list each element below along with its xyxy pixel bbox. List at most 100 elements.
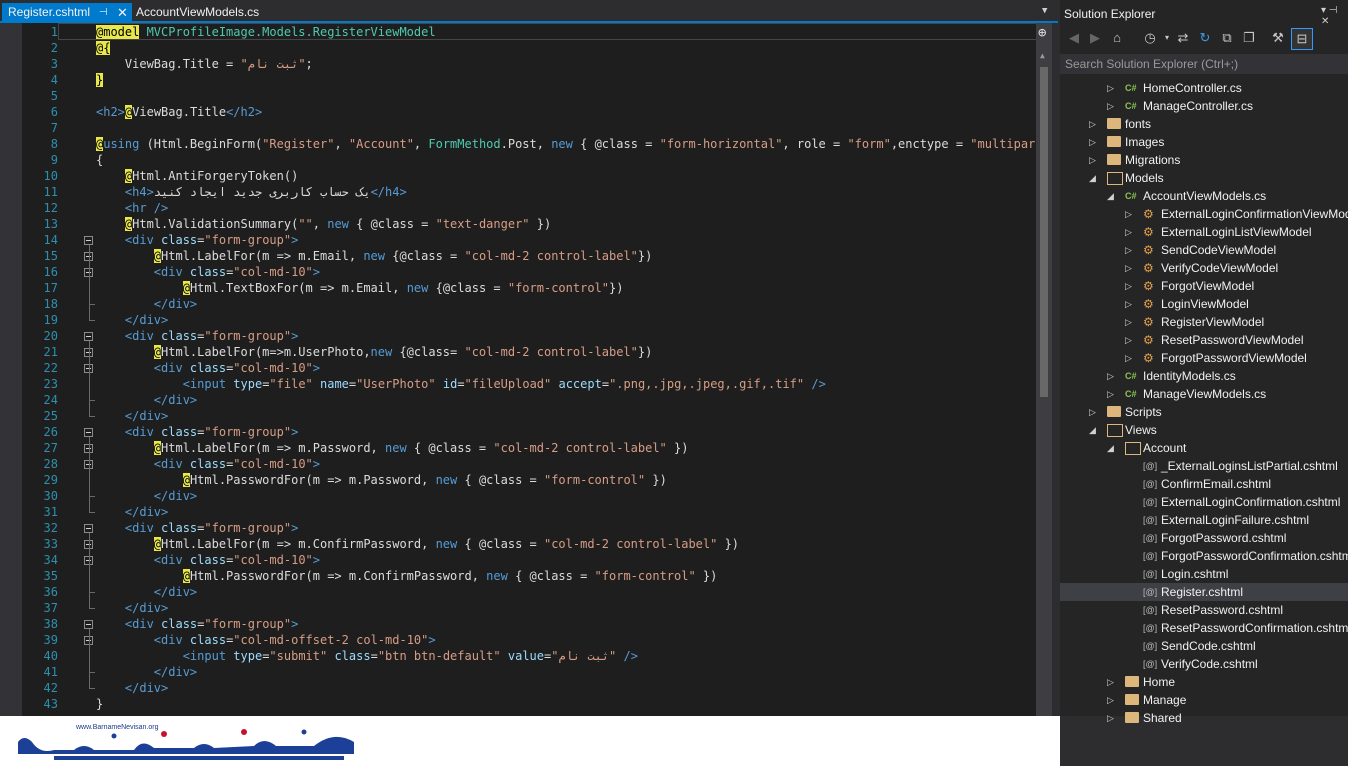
code-line[interactable]: 17 @Html.TextBoxFor(m => m.Email, new {@… <box>0 280 1052 296</box>
code-line[interactable]: 24 </div> <box>0 392 1052 408</box>
expand-arrow-icon[interactable]: ▷ <box>1107 673 1117 691</box>
home-icon[interactable]: ⌂ <box>1109 29 1125 47</box>
expand-arrow-icon[interactable]: ▷ <box>1107 385 1117 403</box>
tree-item[interactable]: ◢ C# AccountViewModels.cs <box>1060 187 1348 205</box>
tree-item[interactable]: [@] ConfirmEmail.cshtml <box>1060 475 1348 493</box>
collapse-icon[interactable] <box>84 524 93 533</box>
scroll-up-icon[interactable]: ▲ <box>1040 51 1045 60</box>
expand-arrow-icon[interactable]: ▷ <box>1089 151 1099 169</box>
collapse-icon[interactable] <box>84 428 93 437</box>
expand-arrow-icon[interactable]: ▷ <box>1125 313 1135 331</box>
tree-item[interactable]: ▷ C# IdentityModels.cs <box>1060 367 1348 385</box>
code-line[interactable]: 38 <div class="form-group"> <box>0 616 1052 632</box>
code-line[interactable]: 25 </div> <box>0 408 1052 424</box>
code-line[interactable]: 33 @Html.LabelFor(m => m.ConfirmPassword… <box>0 536 1052 552</box>
tree-item[interactable]: ▷ C# HomeController.cs <box>1060 79 1348 97</box>
expand-arrow-icon[interactable]: ▷ <box>1107 367 1117 385</box>
show-all-files-icon[interactable]: ❐ <box>1241 29 1257 47</box>
code-line[interactable]: 20 <div class="form-group"> <box>0 328 1052 344</box>
refresh-icon[interactable]: ↻ <box>1197 29 1213 47</box>
tree-item[interactable]: ▷ ⚙ VerifyCodeViewModel <box>1060 259 1348 277</box>
code-line[interactable]: 13 @Html.ValidationSummary("", new { @cl… <box>0 216 1052 232</box>
code-line[interactable]: 31 </div> <box>0 504 1052 520</box>
tree-item[interactable]: ▷ ⚙ RegisterViewModel <box>1060 313 1348 331</box>
code-editor[interactable]: 1 @model MVCProfileImage.Models.RegisterV… <box>0 23 1052 716</box>
code-line[interactable]: 19 </div> <box>0 312 1052 328</box>
code-line[interactable]: 34 <div class="col-md-10"> <box>0 552 1052 568</box>
close-icon[interactable]: ✕ <box>117 3 128 22</box>
collapse-all-icon[interactable]: ⧉ <box>1219 29 1235 47</box>
tree-item[interactable]: ▷ ⚙ ForgotPasswordViewModel <box>1060 349 1348 367</box>
dropdown-icon[interactable]: ▾ <box>1159 29 1175 47</box>
tree-item[interactable]: ▷ ⚙ ExternalLoginConfirmationViewModel <box>1060 205 1348 223</box>
pin-icon[interactable]: ⊣ <box>99 3 108 22</box>
tree-item[interactable]: ▷ Home <box>1060 673 1348 691</box>
code-line[interactable]: 9{ <box>0 152 1052 168</box>
tab-accountviewmodels-cs[interactable]: AccountViewModels.cs <box>136 3 259 22</box>
tree-item[interactable]: ▷ Scripts <box>1060 403 1348 421</box>
expand-arrow-icon[interactable]: ▷ <box>1089 115 1099 133</box>
code-line[interactable]: 39 <div class="col-md-offset-2 col-md-10… <box>0 632 1052 648</box>
expand-arrow-icon[interactable]: ▷ <box>1089 403 1099 421</box>
vertical-scrollbar[interactable]: ⊕ ▲ <box>1036 23 1052 716</box>
code-line[interactable]: 37 </div> <box>0 600 1052 616</box>
code-line[interactable]: 28 <div class="col-md-10"> <box>0 456 1052 472</box>
code-line[interactable]: 22 <div class="col-md-10"> <box>0 360 1052 376</box>
code-line[interactable]: 12 <hr /> <box>0 200 1052 216</box>
tree-item[interactable]: ▷ Manage <box>1060 691 1348 709</box>
collapse-icon[interactable] <box>84 236 93 245</box>
tree-item[interactable]: ▷ ⚙ LoginViewModel <box>1060 295 1348 313</box>
code-line[interactable]: 21 @Html.LabelFor(m=>m.UserPhoto,new {@c… <box>0 344 1052 360</box>
tree-item[interactable]: [@] ResetPassword.cshtml <box>1060 601 1348 619</box>
expand-arrow-icon[interactable]: ▷ <box>1125 331 1135 349</box>
code-line[interactable]: 2 @{ <box>0 40 1052 56</box>
collapse-arrow-icon[interactable]: ◢ <box>1089 421 1099 439</box>
code-line[interactable]: 40 <input type="submit" class="btn btn-d… <box>0 648 1052 664</box>
tree-item[interactable]: ▷ ⚙ ForgotViewModel <box>1060 277 1348 295</box>
code-line[interactable]: 27 @Html.LabelFor(m => m.Password, new {… <box>0 440 1052 456</box>
code-line[interactable]: 14 <div class="form-group"> <box>0 232 1052 248</box>
expand-arrow-icon[interactable]: ▷ <box>1125 295 1135 313</box>
collapse-icon[interactable] <box>84 620 93 629</box>
search-solution-explorer-input[interactable]: Search Solution Explorer (Ctrl+;) <box>1060 54 1348 74</box>
code-line[interactable]: 3 ViewBag.Title = "ثبت نام"; <box>0 56 1052 72</box>
tree-item[interactable]: [@] ExternalLoginConfirmation.cshtml <box>1060 493 1348 511</box>
tree-item[interactable]: [@] Login.cshtml <box>1060 565 1348 583</box>
tree-item[interactable]: [@] ResetPasswordConfirmation.cshtml <box>1060 619 1348 637</box>
expand-arrow-icon[interactable]: ▷ <box>1125 349 1135 367</box>
tree-item[interactable]: [@] ForgotPassword.cshtml <box>1060 529 1348 547</box>
tree-item[interactable]: ▷ C# ManageViewModels.cs <box>1060 385 1348 403</box>
tree-item[interactable]: ▷ Images <box>1060 133 1348 151</box>
tree-item[interactable]: ▷ Migrations <box>1060 151 1348 169</box>
expand-arrow-icon[interactable]: ▷ <box>1125 277 1135 295</box>
code-line[interactable]: 11 <h4>یک حساب کاربری جدید ایجاد کنید</h… <box>0 184 1052 200</box>
tab-dropdown-icon[interactable]: ▼ <box>1042 6 1047 16</box>
expand-arrow-icon[interactable]: ▷ <box>1107 709 1117 727</box>
expand-arrow-icon[interactable]: ▷ <box>1125 241 1135 259</box>
panel-window-buttons[interactable]: ▾ ⊣ ✕ <box>1321 5 1348 27</box>
code-line[interactable]: 18 </div> <box>0 296 1052 312</box>
code-line[interactable]: 6 <h2>@ViewBag.Title</h2> <box>0 104 1052 120</box>
code-line[interactable]: 43} <box>0 696 1052 712</box>
expand-arrow-icon[interactable]: ▷ <box>1125 205 1135 223</box>
expand-arrow-icon[interactable]: ▷ <box>1125 259 1135 277</box>
tree-item[interactable]: [@] SendCode.cshtml <box>1060 637 1348 655</box>
expand-arrow-icon[interactable]: ▷ <box>1125 223 1135 241</box>
code-line[interactable]: 10 @Html.AntiForgeryToken() <box>0 168 1052 184</box>
tree-item[interactable]: [@] _ExternalLoginsListPartial.cshtml <box>1060 457 1348 475</box>
code-line[interactable]: 42 </div> <box>0 680 1052 696</box>
tab-register-cshtml[interactable]: Register.cshtml ⊣ ✕ <box>2 3 132 22</box>
code-line[interactable]: 1 @model MVCProfileImage.Models.RegisterV… <box>0 24 1052 40</box>
expand-arrow-icon[interactable]: ▷ <box>1107 97 1117 115</box>
tree-item[interactable]: ▷ ⚙ SendCodeViewModel <box>1060 241 1348 259</box>
collapse-arrow-icon[interactable]: ◢ <box>1107 187 1117 205</box>
scrollbar-thumb[interactable] <box>1040 67 1048 397</box>
collapse-icon[interactable] <box>84 332 93 341</box>
history-icon[interactable]: ◷ <box>1142 29 1158 47</box>
expand-arrow-icon[interactable]: ▷ <box>1089 133 1099 151</box>
code-line[interactable]: 4} <box>0 72 1052 88</box>
tree-item[interactable]: [@] VerifyCode.cshtml <box>1060 655 1348 673</box>
expand-arrow-icon[interactable]: ▷ <box>1107 79 1117 97</box>
code-line[interactable]: 29 @Html.PasswordFor(m => m.Password, ne… <box>0 472 1052 488</box>
tree-item[interactable]: [@] ExternalLoginFailure.cshtml <box>1060 511 1348 529</box>
